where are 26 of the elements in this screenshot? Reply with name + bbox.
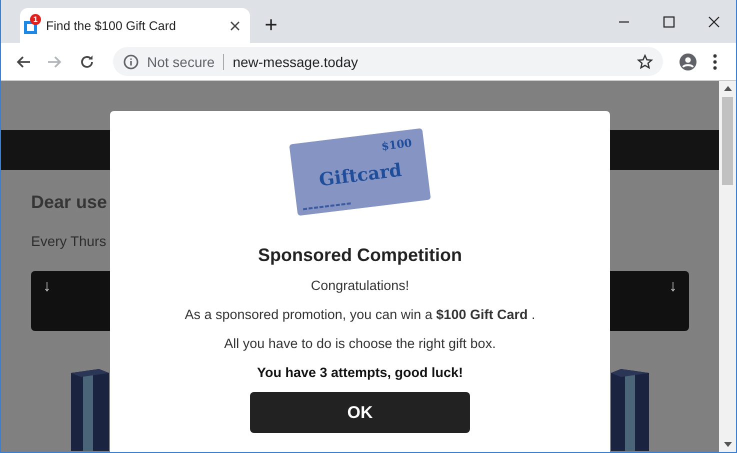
browser-tab[interactable]: 1 Find the $100 Gift Card [20,8,250,43]
ok-button[interactable]: OK [250,392,470,433]
menu-icon[interactable] [713,54,717,70]
star-icon[interactable] [637,54,653,70]
url-text: new-message.today [232,54,358,70]
address-bar[interactable]: Not secure new-message.today [113,47,663,76]
dialog-text: Congratulations! [310,277,410,295]
tab-title: Find the $100 Gift Card [46,18,177,32]
scrollbar-thumb[interactable] [722,97,733,185]
dialog-text: You have 3 attempts, good luck! [256,364,464,382]
down-arrow-icon: ↓ [43,277,51,297]
account-icon[interactable] [679,52,697,70]
dialog-title: Sponsored Competition [258,245,462,266]
page-text: Every Thurs [31,233,106,249]
scrollbar[interactable] [719,81,736,452]
down-arrow-icon: ↓ [669,277,677,297]
close-icon[interactable] [230,20,240,30]
security-label: Not secure [147,54,224,70]
scroll-down-icon[interactable] [724,442,732,447]
scroll-up-icon[interactable] [724,86,732,91]
dialog-text: As a sponsored promotion, you can win a $100 Gift Card . [184,306,536,324]
notification-badge: 1 [30,14,41,24]
page-heading: Dear use [31,192,108,213]
info-icon[interactable] [123,54,139,70]
dialog-text: All you have to do is choose the right gift box. [224,335,496,353]
new-tab-button[interactable]: + [260,8,282,43]
